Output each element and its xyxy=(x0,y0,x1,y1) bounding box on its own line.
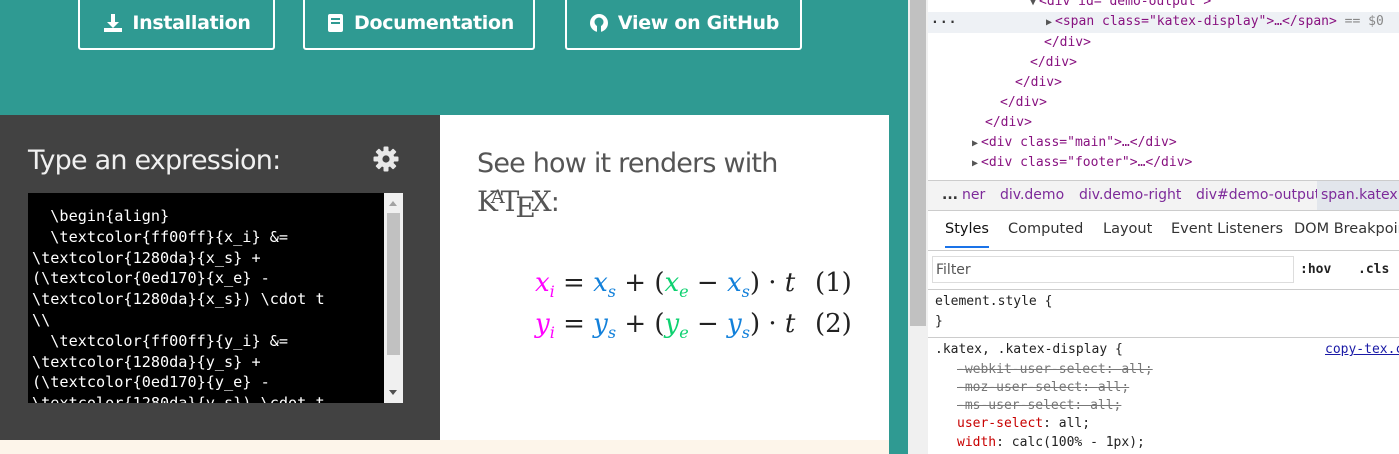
katex-logo: KATEX xyxy=(477,185,552,224)
breadcrumb-overflow[interactable]: ... xyxy=(942,187,958,203)
rendered-equation-1: xi = xs + (xe − xs) · t (1) xyxy=(535,268,852,302)
view-on-github-button[interactable]: View on GitHub xyxy=(565,0,802,50)
tab-styles[interactable]: Styles xyxy=(945,221,989,248)
dom-close-div[interactable]: </div> xyxy=(985,113,1032,133)
demo-output-panel: See how it renders with KATEX: xi = xs +… xyxy=(440,115,889,440)
dom-node-main[interactable]: ▶ <div class="main">…</div> xyxy=(972,133,1177,153)
dom-node-footer[interactable]: ▶ <div class="footer">…</div> xyxy=(972,153,1192,173)
output-heading: See how it renders with KATEX: xyxy=(477,145,778,224)
editor-scrollbar[interactable] xyxy=(384,193,403,403)
stylesheet-source-link[interactable]: copy-tex.css xyxy=(1325,342,1399,357)
css-declaration[interactable]: -webkit-user-select: all; xyxy=(957,362,1153,377)
rule-divider xyxy=(928,337,1399,338)
dom-node-dots[interactable]: ... xyxy=(931,12,957,27)
dom-close-div[interactable]: </div> xyxy=(1030,53,1077,73)
scroll-up-arrow-icon[interactable] xyxy=(389,201,397,206)
styles-tabs: Styles Computed Layout Event Listeners D… xyxy=(928,210,1399,251)
github-label: View on GitHub xyxy=(617,12,780,34)
equation-tag-1: (1) xyxy=(815,268,852,298)
scroll-down-arrow-icon[interactable] xyxy=(389,390,397,395)
dom-close-div[interactable]: </div> xyxy=(1015,73,1062,93)
dom-close-div[interactable]: </div> xyxy=(1044,33,1091,53)
tab-dom-breakpoints[interactable]: DOM Breakpoints xyxy=(1294,221,1399,237)
rendered-equation-2: yi = ys + (ye − ys) · t (2) xyxy=(535,309,852,343)
breadcrumb-item[interactable]: ner xyxy=(962,187,985,203)
editor-scroll-thumb[interactable] xyxy=(387,213,400,355)
dom-node-demo-output[interactable]: ▼ <div id="demo-output"> xyxy=(1030,0,1211,12)
devtools-panel: ▼ <div id="demo-output"> ... ▶ <span class… xyxy=(928,0,1399,454)
download-icon xyxy=(104,14,123,32)
installation-label: Installation xyxy=(132,12,251,34)
page-scroll-thumb[interactable] xyxy=(910,0,926,326)
expression-editor[interactable]: \begin{align} \textcolor{ff00ff}{x_i} &=… xyxy=(28,193,403,403)
breadcrumb-item[interactable]: div.demo xyxy=(1000,187,1064,203)
dom-breadcrumb: ... ner div.demo div.demo-right div#demo… xyxy=(928,180,1399,211)
tab-computed[interactable]: Computed xyxy=(1008,221,1083,237)
css-declaration[interactable]: -moz-user-select: all; xyxy=(957,380,1129,395)
katex-page: Installation Documentation View on GitHu… xyxy=(0,0,908,454)
breadcrumb-item[interactable]: div.demo-right xyxy=(1079,187,1181,203)
demo-input-panel: Type an expression: \begin{align} \textc… xyxy=(0,115,440,440)
cls-toggle[interactable]: .cls xyxy=(1358,262,1389,277)
css-declaration[interactable]: width: calc(100% - 1px); xyxy=(957,435,1145,450)
expression-source[interactable]: \begin{align} \textcolor{ff00ff}{x_i} &=… xyxy=(28,193,403,403)
element-style-selector[interactable]: element.style { xyxy=(935,294,1052,309)
book-icon xyxy=(327,14,343,32)
tab-event-listeners[interactable]: Event Listeners xyxy=(1171,221,1283,237)
github-icon xyxy=(589,14,608,32)
css-declaration[interactable]: -ms-user-select: all; xyxy=(957,398,1121,413)
breadcrumb-item-current[interactable]: span.katex xyxy=(1317,181,1399,210)
dom-close-div[interactable]: </div> xyxy=(1000,93,1047,113)
element-style-close: } xyxy=(935,314,943,329)
breadcrumb-item[interactable]: div#demo-output xyxy=(1196,187,1320,203)
hov-toggle[interactable]: :hov xyxy=(1300,262,1331,277)
logo-colon: : xyxy=(550,187,560,218)
page-footer-strip xyxy=(0,440,889,454)
gear-icon[interactable] xyxy=(372,145,400,173)
page-scrollbar[interactable] xyxy=(908,0,928,454)
documentation-label: Documentation xyxy=(353,12,514,34)
styles-filter-bar: :hov .cls xyxy=(928,251,1399,290)
css-declaration[interactable]: user-select: all; xyxy=(957,416,1090,431)
styles-filter-input[interactable] xyxy=(932,256,1294,283)
rule-selector[interactable]: .katex, .katex-display { xyxy=(935,342,1123,357)
output-heading-text: See how it renders with xyxy=(477,148,778,179)
installation-button[interactable]: Installation xyxy=(78,0,275,50)
tab-layout[interactable]: Layout xyxy=(1103,221,1152,237)
documentation-button[interactable]: Documentation xyxy=(303,0,535,50)
input-heading: Type an expression: xyxy=(28,145,281,176)
dom-node-katex-display[interactable]: ▶ <span class="katex-display">…</span> ==… xyxy=(1046,12,1384,32)
equation-tag-2: (2) xyxy=(815,309,852,339)
